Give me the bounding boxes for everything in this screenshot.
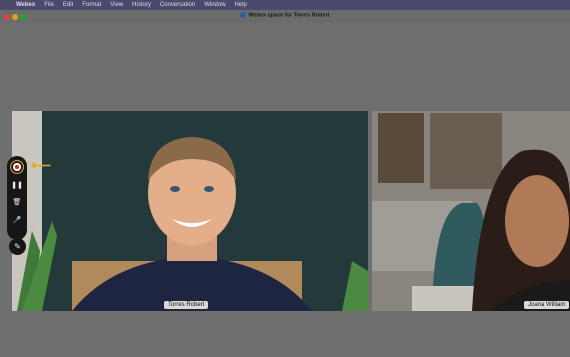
record-button[interactable]	[10, 160, 24, 174]
participant-video	[12, 111, 368, 311]
menu-bar: Webex File Edit Format View History Conv…	[0, 0, 570, 10]
video-tile-torres-robert[interactable]: Torres Robert	[12, 111, 368, 311]
meeting-stage: Torres Robert Joana William ❚❚ 🗑 🎤 ✎ ⟵	[0, 23, 570, 357]
recording-toolbar: ❚❚ 🗑 🎤	[7, 156, 27, 240]
window-title: Webex space for Torres Robert	[248, 12, 330, 19]
menu-format[interactable]: Format	[82, 2, 101, 8]
trash-icon[interactable]: 🗑	[7, 198, 27, 206]
menu-conversation[interactable]: Conversation	[160, 2, 195, 8]
record-icon	[13, 163, 21, 171]
pause-icon[interactable]: ❚❚	[7, 181, 27, 189]
microphone-icon[interactable]: 🎤	[7, 216, 27, 224]
annotate-button[interactable]: ✎	[9, 238, 26, 255]
pencil-icon: ✎	[14, 242, 21, 251]
menu-edit[interactable]: Edit	[63, 2, 73, 8]
video-tile-joana-william[interactable]: Joana William	[372, 111, 570, 311]
menu-view[interactable]: View	[110, 2, 123, 8]
pointer-arrow-icon: ⟵	[31, 157, 52, 173]
menu-help[interactable]: Help	[235, 2, 247, 8]
participant-video	[372, 111, 570, 311]
menu-history[interactable]: History	[132, 2, 151, 8]
participant-name-tag: Joana William	[524, 301, 570, 309]
webex-icon	[240, 12, 247, 18]
menu-webex[interactable]: Webex	[16, 2, 35, 8]
window-titlebar: Webex space for Torres Robert	[0, 10, 570, 23]
menu-window[interactable]: Window	[204, 2, 225, 8]
menu-file[interactable]: File	[44, 2, 54, 8]
participant-name-tag: Torres Robert	[164, 301, 209, 309]
